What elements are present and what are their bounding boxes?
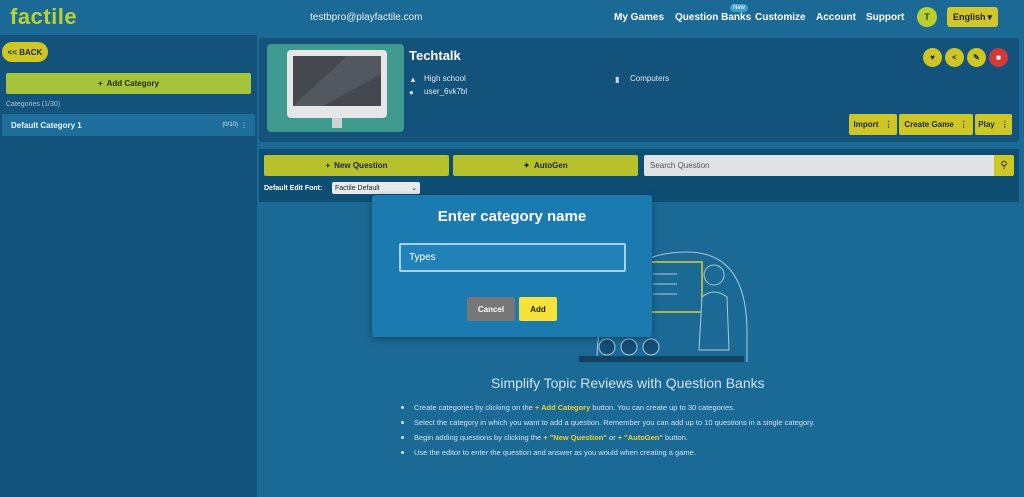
add-category-button[interactable]: + Add Category	[6, 73, 251, 94]
create-game-button[interactable]: Create Game ⋮	[899, 114, 973, 135]
create-game-label: Create Game	[904, 120, 953, 129]
plus-icon: +	[325, 161, 330, 170]
delete-trash-icon[interactable]: ■	[989, 48, 1008, 67]
top-nav: factile testbpro@playfactile.com My Game…	[0, 0, 1024, 35]
bank-thumbnail	[267, 44, 404, 132]
bank-header: Techtalk ▲ High school ● user_6vk7bl ▮ C…	[259, 38, 1019, 142]
nav-account[interactable]: Account	[816, 12, 856, 23]
graduation-cap-icon: ▲	[409, 75, 418, 83]
new-question-label: New Question	[334, 161, 387, 170]
autogen-label: AutoGen	[534, 161, 568, 170]
user-email: testbpro@playfactile.com	[310, 12, 422, 23]
category-name: Default Category 1	[11, 121, 82, 130]
kebab-icon: ⋮	[960, 120, 968, 129]
monitor-icon	[267, 44, 404, 132]
category-question-count: (0/10)	[222, 122, 238, 128]
subject-text: Computers	[630, 74, 669, 83]
list-item: Use the editor to enter the question and…	[401, 448, 815, 458]
plus-icon: +	[98, 79, 103, 88]
language-select[interactable]: English ▾	[947, 7, 998, 27]
search-input[interactable]: Search Question	[644, 155, 994, 176]
bank-title: Techtalk	[409, 48, 461, 63]
info-title: Simplify Topic Reviews with Question Ban…	[491, 375, 765, 391]
back-button[interactable]: << BACK	[2, 42, 48, 62]
edit-icon[interactable]: ✎	[967, 48, 986, 67]
autogen-button[interactable]: ✦ AutoGen	[453, 155, 638, 176]
nav-my-games[interactable]: My Games	[614, 12, 664, 23]
favorite-heart-icon[interactable]: ♥	[923, 48, 942, 67]
kebab-icon: ⋮	[884, 120, 892, 129]
categories-count: Categories (1/30)	[6, 101, 60, 108]
info-list: Create categories by clicking on the + A…	[401, 403, 815, 463]
add-category-label: Add Category	[107, 79, 159, 88]
dialog-title: Enter category name	[372, 208, 652, 225]
level-text: High school	[424, 74, 466, 83]
add-button[interactable]: Add	[519, 297, 557, 321]
new-badge: New	[730, 4, 748, 12]
magic-wand-icon: ✦	[523, 161, 530, 170]
nav-customize[interactable]: Customize	[755, 12, 806, 23]
bank-level: ▲ High school	[409, 74, 466, 83]
bank-subject: ▮ Computers	[615, 74, 669, 83]
list-item: Select the category in which you want to…	[401, 418, 815, 428]
factile-logo[interactable]: factile	[10, 4, 77, 30]
language-label: English	[953, 12, 986, 22]
kebab-menu-icon[interactable]: ⋮	[241, 122, 247, 129]
chevron-down-icon: ▾	[987, 12, 992, 23]
book-icon: ▮	[615, 75, 624, 83]
avatar[interactable]: T	[917, 7, 937, 27]
import-label: Import	[854, 120, 879, 129]
nav-question-banks[interactable]: Question Banks	[675, 12, 751, 23]
list-item: Create categories by clicking on the + A…	[401, 403, 815, 413]
list-item: Begin adding questions by clicking the +…	[401, 433, 815, 443]
user-icon: ●	[409, 88, 418, 96]
category-name-input[interactable]: Types	[399, 243, 626, 272]
import-button[interactable]: Import ⋮	[849, 114, 897, 135]
new-question-button[interactable]: + New Question	[264, 155, 449, 176]
default-font-label: Default Edit Font:	[264, 185, 322, 192]
font-select[interactable]: Factile Default ⌄	[332, 182, 420, 194]
nav-support[interactable]: Support	[866, 12, 904, 23]
play-button[interactable]: Play ⋮	[975, 114, 1012, 135]
chevron-down-icon: ⌄	[411, 184, 417, 192]
cancel-button[interactable]: Cancel	[467, 297, 515, 321]
user-text: user_6vk7bl	[424, 87, 467, 96]
search-icon[interactable]: ⚲	[994, 155, 1014, 176]
share-icon[interactable]: <	[945, 48, 964, 67]
kebab-icon: ⋮	[1001, 120, 1009, 129]
sidebar: << BACK + Add Category Categories (1/30)…	[0, 35, 257, 497]
sidebar-item-default-category[interactable]: Default Category 1 (0/10) ⋮	[2, 114, 255, 136]
font-select-value: Factile Default	[335, 185, 380, 192]
bank-user: ● user_6vk7bl	[409, 87, 467, 96]
category-name-dialog: Enter category name Types Cancel Add	[372, 195, 652, 337]
play-label: Play	[978, 120, 994, 129]
